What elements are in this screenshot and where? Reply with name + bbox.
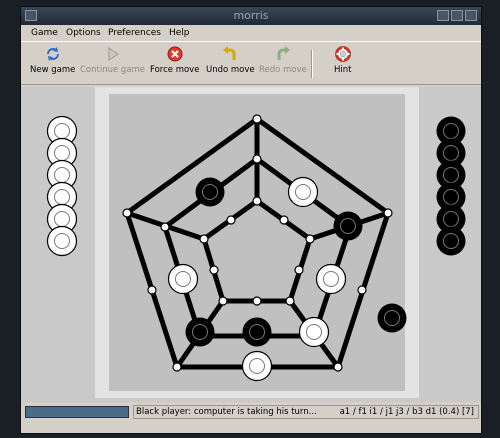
board-point[interactable]: [333, 362, 343, 372]
white-piece[interactable]: [241, 350, 273, 382]
board-point[interactable]: [218, 296, 228, 306]
status-message-field: Black player: computer is taking his tur…: [133, 405, 479, 419]
refresh-icon: [46, 47, 59, 61]
menu-help[interactable]: Help: [169, 28, 190, 38]
board-point[interactable]: [199, 234, 209, 244]
undo-move-button[interactable]: Undo move: [206, 44, 255, 75]
move-info: a1 / f1 i1 / j1 j3 / b3 d1 (0.4) [7]: [339, 407, 474, 417]
board-canvas: [46, 87, 466, 398]
close-icon[interactable]: [465, 10, 477, 21]
board-point[interactable]: [226, 215, 236, 225]
board-point[interactable]: [383, 208, 393, 218]
black-piece[interactable]: [242, 317, 272, 347]
redo-move-button[interactable]: Redo move: [259, 44, 307, 75]
force-move-button[interactable]: Force move: [150, 44, 199, 75]
undo-move-label: Undo move: [206, 65, 255, 75]
black-piece[interactable]: [333, 211, 363, 241]
white-reserve: [46, 115, 78, 257]
board-point[interactable]: [252, 154, 262, 164]
hint-label: Hint: [334, 65, 352, 75]
board-point[interactable]: [172, 362, 182, 372]
redo-arrow-icon: [277, 46, 290, 60]
toolbar: New game Continue game Force move Undo m…: [21, 41, 481, 85]
white-reserve-piece: [46, 225, 78, 257]
board-point[interactable]: [209, 265, 219, 275]
white-piece[interactable]: [298, 316, 330, 348]
white-piece[interactable]: [167, 263, 199, 295]
board-point[interactable]: [147, 285, 157, 295]
board-point[interactable]: [160, 222, 170, 232]
stop-icon: [167, 46, 183, 62]
board-point[interactable]: [305, 234, 315, 244]
black-piece-in-hand[interactable]: [377, 303, 407, 333]
board-point[interactable]: [279, 215, 289, 225]
board-point[interactable]: [294, 265, 304, 275]
white-piece[interactable]: [287, 176, 319, 208]
white-piece[interactable]: [315, 263, 347, 295]
lifebuoy-icon: [334, 46, 351, 62]
menu-bar: Game Options Preferences Help: [21, 25, 481, 41]
title-bar: morris: [21, 7, 481, 25]
hint-button[interactable]: Hint: [334, 44, 351, 75]
black-piece[interactable]: [195, 177, 225, 207]
app-window: morris Game Options Preferences Help New…: [20, 6, 482, 434]
undo-arrow-icon: [223, 46, 236, 60]
black-reserve-piece: [436, 226, 466, 256]
status-bar: Black player: computer is taking his tur…: [21, 404, 481, 420]
board-point[interactable]: [122, 208, 132, 218]
board-point[interactable]: [357, 285, 367, 295]
board-point[interactable]: [285, 296, 295, 306]
black-reserve: [436, 116, 466, 256]
menu-options[interactable]: Options: [66, 28, 101, 38]
maximize-icon[interactable]: [451, 10, 463, 21]
minimize-icon[interactable]: [437, 10, 449, 21]
status-message: Black player: computer is taking his tur…: [136, 407, 317, 417]
continue-game-label: Continue game: [80, 65, 146, 75]
force-move-label: Force move: [150, 65, 200, 75]
window-title: morris: [233, 9, 269, 22]
game-area: [21, 87, 481, 402]
play-icon: [108, 47, 119, 61]
board-point[interactable]: [252, 296, 262, 306]
menu-game[interactable]: Game: [31, 28, 58, 38]
board-point[interactable]: [252, 196, 262, 206]
new-game-button[interactable]: New game: [30, 44, 75, 75]
toolbar-separator: [311, 50, 313, 78]
new-game-label: New game: [30, 65, 76, 75]
redo-move-label: Redo move: [259, 65, 307, 75]
board-point[interactable]: [252, 114, 262, 124]
progress-bar: [25, 406, 129, 418]
menu-preferences[interactable]: Preferences: [108, 28, 161, 38]
black-piece[interactable]: [185, 317, 215, 347]
continue-game-button[interactable]: Continue game: [80, 44, 145, 75]
